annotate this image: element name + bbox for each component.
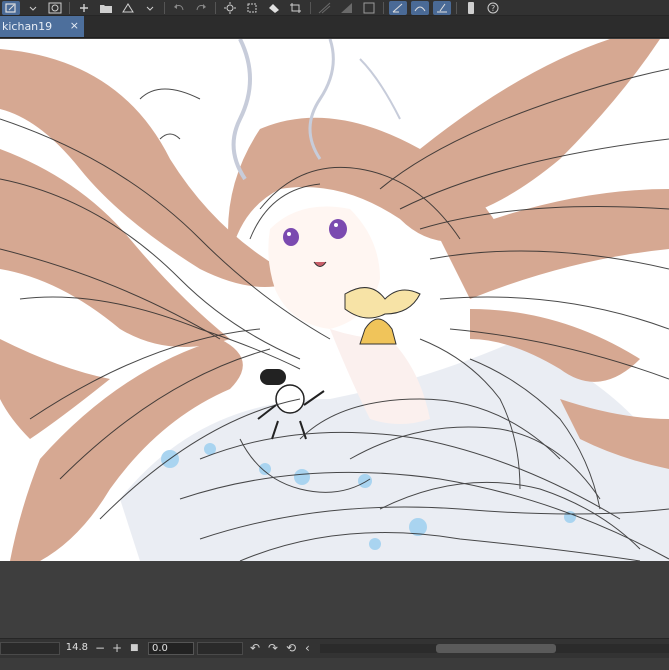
snap-special-icon[interactable] bbox=[411, 0, 429, 15]
snap-ruler-icon[interactable] bbox=[338, 1, 356, 15]
zoom-value: 14.8 bbox=[65, 642, 88, 653]
sun-icon[interactable] bbox=[221, 1, 239, 15]
undo-icon[interactable] bbox=[170, 1, 188, 15]
main-toolbar: ? bbox=[0, 0, 669, 16]
toolbar-separator bbox=[383, 1, 384, 14]
scrollbar-thumb[interactable] bbox=[436, 644, 556, 653]
zoom-in-button[interactable]: + bbox=[112, 641, 122, 655]
close-icon[interactable]: × bbox=[70, 19, 79, 32]
svg-text:?: ? bbox=[491, 4, 495, 13]
toolbar-separator bbox=[69, 1, 70, 14]
add-icon[interactable] bbox=[75, 1, 93, 15]
drawing-canvas[interactable] bbox=[0, 39, 669, 561]
horizontal-scrollbar[interactable] bbox=[320, 644, 669, 653]
bottom-strip bbox=[0, 658, 669, 670]
document-tab-bar: kichan19 × bbox=[0, 16, 669, 38]
angle-slider[interactable] bbox=[197, 642, 243, 655]
snap-grid-toggle-icon[interactable] bbox=[433, 0, 451, 15]
toolbar-separator bbox=[310, 1, 311, 14]
redo-icon[interactable] bbox=[192, 1, 210, 15]
transform-icon[interactable] bbox=[243, 1, 261, 15]
crop-icon[interactable] bbox=[287, 1, 305, 15]
rotate-left-button[interactable]: ↶ bbox=[250, 641, 260, 655]
status-bar: 14.8 − + ■ 0.0 ↶ ↷ ⟲ ‹ bbox=[0, 638, 669, 670]
artwork bbox=[0, 39, 669, 561]
fill-icon[interactable] bbox=[119, 1, 137, 15]
fit-button[interactable]: ■ bbox=[130, 641, 139, 655]
scroll-left-button[interactable]: ‹ bbox=[305, 641, 310, 655]
chevron-down-icon[interactable] bbox=[24, 1, 42, 15]
help-icon[interactable]: ? bbox=[484, 1, 502, 15]
document-tab-title: kichan19 bbox=[2, 20, 53, 33]
angle-input[interactable]: 0.0 bbox=[148, 642, 194, 655]
new-layer-icon[interactable] bbox=[2, 0, 20, 15]
toolbar-separator bbox=[164, 1, 165, 14]
chevron-down-icon[interactable] bbox=[141, 1, 159, 15]
rotate-right-button[interactable]: ↷ bbox=[268, 641, 278, 655]
toolbar-separator bbox=[456, 1, 457, 14]
phone-icon[interactable] bbox=[462, 1, 480, 15]
spiral-icon[interactable] bbox=[46, 1, 64, 15]
reset-rotation-button[interactable]: ⟲ bbox=[286, 641, 296, 655]
snap-ruler-toggle-icon[interactable] bbox=[389, 0, 407, 15]
mirror-icon[interactable] bbox=[316, 1, 334, 15]
folder-icon[interactable] bbox=[97, 1, 115, 15]
zoom-out-button[interactable]: − bbox=[95, 641, 105, 655]
zoom-slider[interactable] bbox=[0, 642, 60, 655]
toolbar-separator bbox=[215, 1, 216, 14]
document-tab[interactable]: kichan19 × bbox=[0, 16, 84, 37]
snap-grid-icon[interactable] bbox=[360, 1, 378, 15]
eraser-icon[interactable] bbox=[265, 1, 283, 15]
